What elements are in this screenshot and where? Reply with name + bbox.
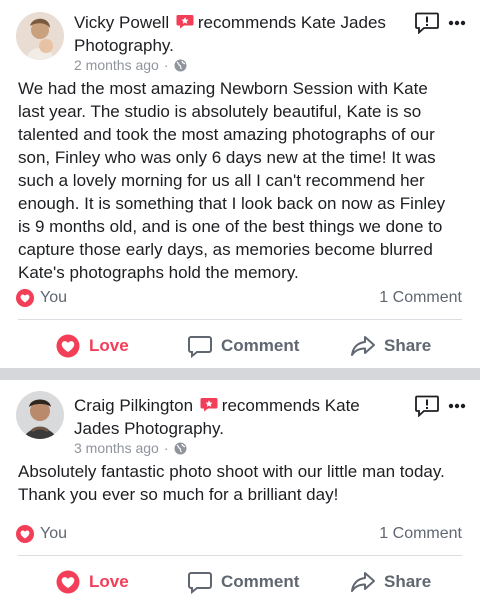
share-label: Share — [384, 336, 432, 355]
globe-icon — [174, 59, 187, 71]
timestamp[interactable]: 2 months ago — [74, 57, 159, 73]
timestamp[interactable]: 3 months ago — [74, 440, 159, 456]
action-bar: Love Comment Share — [0, 326, 480, 366]
more-icon[interactable] — [448, 403, 466, 409]
post-separator — [0, 368, 480, 380]
comments-count[interactable]: 1 Comment — [379, 525, 462, 543]
comment-button[interactable]: Comment — [187, 326, 299, 366]
recommend-icon — [176, 15, 194, 29]
love-label: Love — [89, 572, 129, 591]
meta-dot: · — [163, 440, 169, 456]
more-icon[interactable] — [448, 20, 466, 26]
report-icon[interactable] — [415, 12, 439, 34]
body-line: capture those early days, as memories be… — [18, 240, 433, 259]
reactions[interactable]: You — [16, 289, 67, 307]
author-name[interactable]: Craig Pilkington — [74, 396, 193, 415]
globe-icon — [174, 442, 187, 454]
body-line: Thank you ever so much for a brilliant d… — [18, 485, 339, 504]
love-button[interactable]: Love — [55, 326, 129, 366]
comment-icon — [188, 572, 212, 595]
post-meta: 2 months ago · — [74, 57, 187, 73]
reactions-label: You — [40, 289, 67, 306]
body-line: Kate's photographs hold the memory. — [18, 263, 299, 282]
meta-dot: · — [163, 57, 169, 73]
comment-icon — [188, 336, 212, 359]
body-line: talented and took the most amazing photo… — [18, 125, 435, 144]
post-header: Craig Pilkington recommends Kate Jades P… — [74, 394, 360, 440]
author-name[interactable]: Vicky Powell — [74, 13, 169, 32]
body-line: We had the most amazing Newborn Session … — [18, 79, 428, 98]
body-line: Absolutely fantastic photo shoot with ou… — [18, 462, 445, 481]
body-line: enough. It is something that I look back… — [18, 194, 446, 213]
recommend-text[interactable]: recommends Kate Jades — [198, 13, 386, 32]
recommend-text-line2[interactable]: Photography. — [74, 36, 174, 55]
love-icon — [16, 525, 34, 543]
reactions-label: You — [40, 525, 67, 542]
comments-count[interactable]: 1 Comment — [379, 289, 462, 307]
reaction-summary: You 1 Comment — [16, 289, 462, 307]
body-line: is 9 months old, and is one of the best … — [18, 217, 443, 236]
comment-label: Comment — [221, 336, 300, 355]
divider — [18, 555, 462, 556]
recommend-icon — [200, 398, 218, 412]
share-icon — [351, 336, 375, 356]
post-body: Absolutely fantastic photo shoot with ou… — [18, 460, 468, 506]
love-label: Love — [89, 336, 129, 355]
post-vicky-powell: Vicky Powell recommends Kate Jades Photo… — [0, 0, 480, 368]
report-icon[interactable] — [415, 395, 439, 417]
post-header: Vicky Powell recommends Kate Jades Photo… — [74, 11, 386, 57]
love-icon — [56, 334, 80, 358]
body-line: last year. The studio is absolutely beau… — [18, 102, 422, 121]
recommend-text[interactable]: recommends Kate — [222, 396, 360, 415]
comment-label: Comment — [221, 572, 300, 591]
share-label: Share — [384, 572, 432, 591]
body-line: son, Finley who was only 6 days new at t… — [18, 148, 436, 167]
share-icon — [351, 572, 375, 592]
avatar[interactable] — [16, 391, 64, 439]
post-body: We had the most amazing Newborn Session … — [18, 77, 468, 284]
action-bar: Love Comment Share — [0, 562, 480, 602]
love-icon — [16, 289, 34, 307]
post-meta: 3 months ago · — [74, 440, 187, 456]
comment-button[interactable]: Comment — [187, 562, 299, 602]
recommend-text-line2[interactable]: Jades Photography. — [74, 419, 224, 438]
divider — [18, 319, 462, 320]
avatar[interactable] — [16, 12, 64, 60]
share-button[interactable]: Share — [350, 562, 431, 602]
reactions[interactable]: You — [16, 525, 67, 543]
love-icon — [56, 570, 80, 594]
header-icons — [415, 12, 466, 34]
header-icons — [415, 395, 466, 417]
share-button[interactable]: Share — [350, 326, 431, 366]
love-button[interactable]: Love — [55, 562, 129, 602]
body-line: such a lovely morning for us all I can't… — [18, 171, 425, 190]
reaction-summary: You 1 Comment — [16, 525, 462, 543]
